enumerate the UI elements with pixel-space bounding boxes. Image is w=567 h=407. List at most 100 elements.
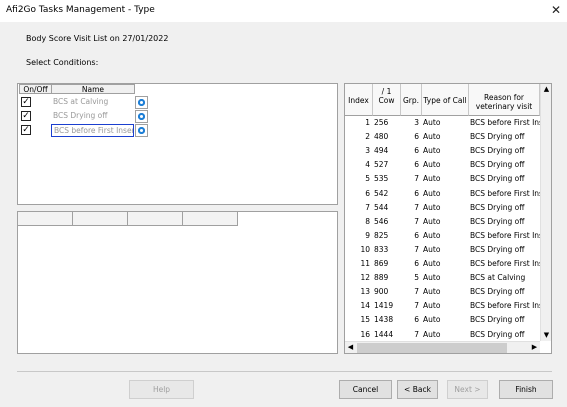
- row-index: 5: [365, 174, 370, 184]
- group-cell: 7: [414, 202, 419, 212]
- scroll-left-icon[interactable]: ◀: [345, 342, 356, 353]
- grid-header-cell: [183, 212, 238, 226]
- settings-gear-icon[interactable]: [135, 96, 148, 109]
- cow-column-header[interactable]: / 1 Cow: [373, 84, 401, 116]
- onoff-column-header[interactable]: On/Off: [19, 84, 52, 94]
- horizontal-scroll-thumb[interactable]: [357, 343, 507, 353]
- group-cell: 7: [414, 329, 419, 339]
- scroll-up-icon[interactable]: ▲: [541, 84, 551, 95]
- grid-header-cell: [128, 212, 183, 226]
- table-row[interactable]: 7 544 7 Auto BCS Drying off: [345, 201, 540, 215]
- condition-name[interactable]: BCS before First Insem: [51, 124, 134, 137]
- group-cell: 6: [414, 315, 419, 325]
- table-row[interactable]: 5 535 7 Auto BCS Drying off: [345, 172, 540, 186]
- reason-column-header[interactable]: Reason for veterinary visit: [469, 84, 540, 116]
- type-cell: Auto: [423, 202, 441, 212]
- vertical-scroll-thumb[interactable]: [542, 96, 551, 329]
- row-index: 8: [365, 216, 370, 226]
- row-index: 12: [360, 273, 370, 283]
- table-row[interactable]: 12 889 5 Auto BCS at Calving: [345, 271, 540, 285]
- reason-cell: BCS Drying off: [470, 174, 525, 184]
- type-cell: Auto: [423, 301, 441, 311]
- reason-cell: BCS Drying off: [470, 202, 525, 212]
- condition-row[interactable]: ✓ BCS at Calving: [18, 96, 178, 110]
- reason-cell: BCS Drying off: [470, 244, 525, 254]
- reason-cell: BCS Drying off: [470, 160, 525, 170]
- table-row[interactable]: 14 1419 7 Auto BCS before First Ins: [345, 299, 540, 313]
- table-row[interactable]: 2 480 6 Auto BCS Drying off: [345, 130, 540, 144]
- cow-cell: 546: [374, 216, 389, 226]
- grid-header-cell: [73, 212, 128, 226]
- horizontal-scrollbar[interactable]: ◀ ▶: [345, 341, 540, 353]
- select-conditions-label: Select Conditions:: [26, 58, 99, 67]
- table-row[interactable]: 9 825 6 Auto BCS before First Ins: [345, 229, 540, 243]
- table-row[interactable]: 8 546 7 Auto BCS Drying off: [345, 215, 540, 229]
- name-column-header[interactable]: Name: [51, 84, 135, 94]
- scroll-down-icon[interactable]: ▼: [541, 330, 551, 341]
- type-cell: Auto: [423, 273, 441, 283]
- cow-cell: 1419: [374, 301, 394, 311]
- window-title: Afi2Go Tasks Management - Type: [6, 5, 155, 15]
- group-cell: 7: [414, 244, 419, 254]
- settings-gear-icon[interactable]: [135, 124, 148, 137]
- scroll-right-icon[interactable]: ▶: [529, 342, 540, 353]
- cow-cell: 869: [374, 259, 389, 268]
- condition-checkbox[interactable]: ✓: [21, 97, 31, 107]
- settings-gear-icon[interactable]: [135, 110, 148, 123]
- row-index: 13: [360, 287, 370, 297]
- back-button[interactable]: < Back: [397, 380, 438, 399]
- finish-button[interactable]: Finish: [499, 380, 553, 399]
- row-index: 2: [365, 132, 370, 142]
- row-index: 14: [360, 301, 370, 311]
- condition-name[interactable]: BCS Drying off: [51, 110, 134, 122]
- table-row[interactable]: 15 1438 6 Auto BCS Drying off: [345, 313, 540, 327]
- empty-grid: [17, 211, 338, 354]
- help-button[interactable]: Help: [129, 380, 194, 399]
- cow-cell: 825: [374, 230, 389, 240]
- type-cell: Auto: [423, 188, 441, 198]
- close-icon[interactable]: ✕: [549, 3, 563, 17]
- next-button[interactable]: Next >: [447, 380, 488, 399]
- table-row[interactable]: 6 542 6 Auto BCS before First Ins: [345, 187, 540, 201]
- condition-checkbox[interactable]: ✓: [21, 111, 31, 121]
- vertical-scrollbar[interactable]: ▲ ▼: [540, 84, 551, 341]
- type-cell: Auto: [423, 244, 441, 254]
- type-cell: Auto: [423, 287, 441, 297]
- cow-cell: 900: [374, 287, 389, 297]
- condition-row[interactable]: ✓ BCS before First Insem: [18, 124, 178, 138]
- group-cell: 6: [414, 259, 419, 268]
- condition-checkbox[interactable]: ✓: [21, 125, 31, 135]
- cow-list-table: Index / 1 Cow Grp. Type of Call Reason fo…: [344, 83, 552, 354]
- table-row[interactable]: 13 900 7 Auto BCS Drying off: [345, 285, 540, 299]
- reason-cell: BCS before First Ins: [470, 259, 540, 268]
- cancel-button[interactable]: Cancel: [339, 380, 392, 399]
- type-column-header[interactable]: Type of Call: [422, 84, 469, 116]
- condition-name[interactable]: BCS at Calving: [51, 96, 134, 108]
- table-row[interactable]: 3 494 6 Auto BCS Drying off: [345, 144, 540, 158]
- row-index: 6: [365, 188, 370, 198]
- group-cell: 7: [414, 287, 419, 297]
- table-row[interactable]: 11 869 6 Auto BCS before First Ins: [345, 257, 540, 271]
- cow-cell: 527: [374, 160, 389, 170]
- group-cell: 5: [414, 273, 419, 283]
- table-row[interactable]: 4 527 6 Auto BCS Drying off: [345, 158, 540, 172]
- reason-cell: BCS before First Ins: [470, 188, 540, 198]
- group-cell: 6: [414, 160, 419, 170]
- row-index: 11: [360, 259, 370, 268]
- cow-cell: 256: [374, 118, 389, 127]
- cow-cell: 1444: [374, 329, 394, 339]
- row-index: 10: [360, 244, 370, 254]
- reason-cell: BCS at Calving: [470, 273, 526, 283]
- row-index: 16: [360, 329, 370, 339]
- table-row[interactable]: 1 256 3 Auto BCS before First Ins: [345, 116, 540, 130]
- reason-cell: BCS before First Ins: [470, 230, 540, 240]
- index-column-header[interactable]: Index: [345, 84, 373, 116]
- cow-cell: 889: [374, 273, 389, 283]
- row-index: 4: [365, 160, 370, 170]
- condition-row[interactable]: ✓ BCS Drying off: [18, 110, 178, 124]
- row-index: 3: [365, 146, 370, 156]
- row-index: 9: [365, 230, 370, 240]
- table-row[interactable]: 10 833 7 Auto BCS Drying off: [345, 243, 540, 257]
- grp-column-header[interactable]: Grp.: [401, 84, 422, 116]
- table-row[interactable]: 16 1444 7 Auto BCS Drying off: [345, 328, 540, 342]
